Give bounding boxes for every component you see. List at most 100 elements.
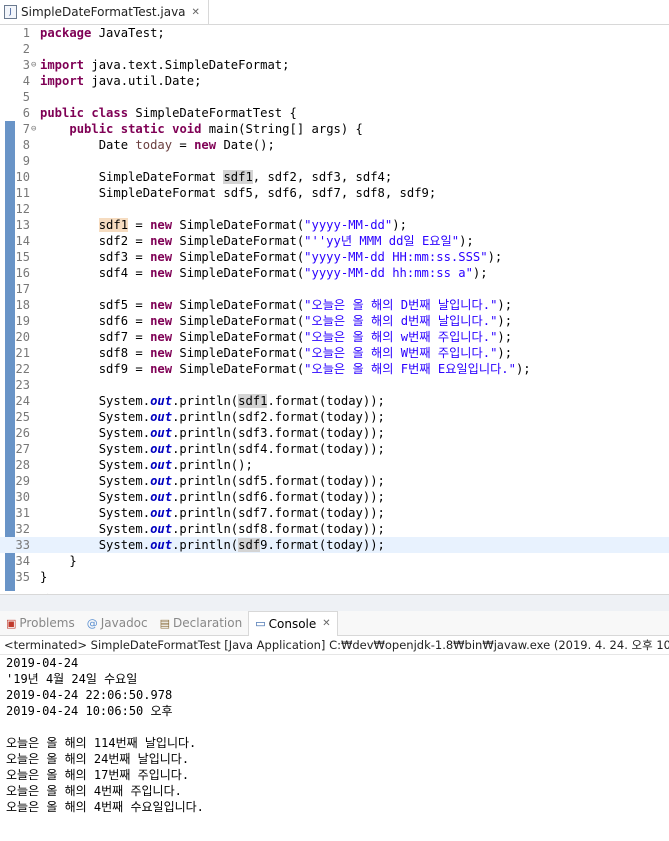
tab-problems[interactable]: ▣ Problems	[0, 611, 81, 635]
code-token: sdf5 =	[40, 298, 151, 312]
tab-problems-label: Problems	[19, 616, 75, 630]
code-token: java.text.SimpleDateFormat;	[84, 58, 290, 72]
code-line[interactable]: 29 System.out.println(sdf5.format(today)…	[0, 473, 669, 489]
code-editor[interactable]: 1 package JavaTest; 2 3 ⊖ import java.text.Si…	[0, 25, 669, 603]
line-number: 7	[22, 122, 30, 136]
code-token: "오늘은 올 해의 W번째 주입니다."	[304, 346, 498, 360]
code-token: .println();	[172, 458, 253, 472]
line-number: 14	[15, 234, 30, 248]
code-token: .println(sdf6.format(today));	[172, 490, 385, 504]
code-text: SimpleDateFormat sdf1, sdf2, sdf3, sdf4;	[40, 169, 392, 185]
code-token: sdf1	[98, 218, 129, 232]
fold-toggle-icon[interactable]: ⊖	[31, 121, 39, 137]
code-line[interactable]: 4 import java.util.Date;	[0, 73, 669, 89]
code-line[interactable]: 24 System.out.println(sdf1.format(today)…	[0, 393, 669, 409]
code-line[interactable]: 33 System.out.println(sdf9.format(today)…	[0, 537, 669, 553]
code-token: =	[172, 138, 195, 152]
code-token: }	[40, 554, 77, 568]
code-token: sdf3 =	[40, 250, 151, 264]
code-line[interactable]: 27 System.out.println(sdf4.format(today)…	[0, 441, 669, 457]
code-text: System.out.println(sdf1.format(today));	[40, 393, 385, 409]
code-line[interactable]: 25 System.out.println(sdf2.format(today)…	[0, 409, 669, 425]
console-line: 2019-04-24 22:06:50.978	[6, 688, 173, 702]
code-area[interactable]: 1 package JavaTest; 2 3 ⊖ import java.text.Si…	[0, 25, 669, 585]
code-token: SimpleDateFormat(	[172, 314, 305, 328]
fold-toggle-icon[interactable]: ⊖	[31, 57, 39, 73]
code-line[interactable]: 8 Date today = new Date();	[0, 137, 669, 153]
console-output[interactable]: 2019-04-24 '19년 4월 24일 수요일 2019-04-24 22:0…	[0, 655, 669, 815]
code-line[interactable]: 13 sdf1 = new SimpleDateFormat("yyyy-MM-…	[0, 217, 669, 233]
code-line[interactable]: 3 ⊖ import java.text.SimpleDateFormat;	[0, 57, 669, 73]
code-line[interactable]: 6 public class SimpleDateFormatTest {	[0, 105, 669, 121]
code-line[interactable]: 12	[0, 201, 669, 217]
line-number: 11	[15, 186, 30, 200]
code-line[interactable]: 21 sdf8 = new SimpleDateFormat("오늘은 올 해의…	[0, 345, 669, 361]
code-token: .format(today));	[267, 394, 385, 408]
tab-declaration[interactable]: ▤ Declaration	[154, 611, 249, 635]
line-number: 24	[15, 394, 30, 408]
code-line[interactable]: 9	[0, 153, 669, 169]
line-number: 10	[15, 170, 30, 184]
code-line[interactable]: 23	[0, 377, 669, 393]
code-line[interactable]: 7 ⊖ public static void main(String[] args…	[0, 121, 669, 137]
code-line[interactable]: 18 sdf5 = new SimpleDateFormat("오늘은 올 해의…	[0, 297, 669, 313]
line-number: 12	[15, 202, 30, 216]
code-token: sdf1	[223, 170, 253, 184]
code-token: new	[194, 138, 217, 152]
code-token: "yyyy-MM-dd HH:mm:ss.SSS"	[304, 250, 488, 264]
code-token: public	[69, 122, 114, 136]
code-line[interactable]: 31 System.out.println(sdf7.format(today)…	[0, 505, 669, 521]
code-token: new	[150, 234, 173, 248]
code-line[interactable]: 2	[0, 41, 669, 57]
code-token: System.	[40, 474, 151, 488]
code-token: import	[40, 58, 85, 72]
code-line[interactable]: 14 sdf2 = new SimpleDateFormat("''yy년 MM…	[0, 233, 669, 249]
code-line[interactable]: 26 System.out.println(sdf3.format(today)…	[0, 425, 669, 441]
code-token: SimpleDateFormatTest {	[128, 106, 297, 120]
code-text: import java.util.Date;	[40, 73, 201, 89]
console-line: 2019-04-24	[6, 656, 79, 670]
code-line[interactable]: 1 package JavaTest;	[0, 25, 669, 41]
code-token: import	[40, 74, 85, 88]
code-token: SimpleDateFormat	[40, 170, 224, 184]
console-close-icon[interactable]: ✕	[322, 618, 330, 629]
code-line[interactable]: 34 }	[0, 553, 669, 569]
code-text: import java.text.SimpleDateFormat;	[40, 57, 289, 73]
code-line[interactable]: 28 System.out.println();	[0, 457, 669, 473]
code-text: }	[40, 569, 47, 585]
code-text: sdf1 = new SimpleDateFormat("yyyy-MM-dd"…	[40, 217, 407, 233]
code-line[interactable]: 11 SimpleDateFormat sdf5, sdf6, sdf7, sd…	[0, 185, 669, 201]
code-line[interactable]: 10 SimpleDateFormat sdf1, sdf2, sdf3, sd…	[0, 169, 669, 185]
code-line[interactable]: 20 sdf7 = new SimpleDateFormat("오늘은 올 해의…	[0, 329, 669, 345]
code-line[interactable]: 35}	[0, 569, 669, 585]
code-token: today	[135, 138, 173, 152]
code-token: System.	[40, 458, 151, 472]
tab-console[interactable]: ▭ Console ✕	[248, 610, 338, 636]
code-line[interactable]: 22 sdf9 = new SimpleDateFormat("오늘은 올 해의…	[0, 361, 669, 377]
close-icon[interactable]: ✕	[192, 7, 200, 18]
code-line[interactable]: 17	[0, 281, 669, 297]
code-token: }	[40, 570, 48, 584]
javadoc-icon: @	[86, 616, 98, 630]
pane-divider[interactable]	[0, 594, 669, 612]
line-number: 16	[15, 266, 30, 280]
code-line[interactable]: 16 sdf4 = new SimpleDateFormat("yyyy-MM-…	[0, 265, 669, 281]
code-token: );	[497, 298, 513, 312]
code-line[interactable]: 15 sdf3 = new SimpleDateFormat("yyyy-MM-…	[0, 249, 669, 265]
view-tabbar: ▣ Problems @ Javadoc ▤ Declaration ▭ Con…	[0, 610, 669, 636]
code-text: sdf6 = new SimpleDateFormat("오늘은 올 해의 d번…	[40, 313, 512, 329]
code-line[interactable]: 32 System.out.println(sdf8.format(today)…	[0, 521, 669, 537]
code-token: out	[150, 538, 173, 552]
tab-javadoc[interactable]: @ Javadoc	[81, 611, 154, 635]
code-token: System.	[40, 506, 151, 520]
code-token: );	[497, 346, 513, 360]
code-line[interactable]: 19 sdf6 = new SimpleDateFormat("오늘은 올 해의…	[0, 313, 669, 329]
code-token: .println(	[172, 538, 239, 552]
editor-tab-file[interactable]: J SimpleDateFormatTest.java ✕	[0, 0, 209, 24]
line-number: 25	[15, 410, 30, 424]
code-line[interactable]: 30 System.out.println(sdf6.format(today)…	[0, 489, 669, 505]
code-token: .println(sdf3.format(today));	[172, 426, 385, 440]
code-line[interactable]: 5	[0, 89, 669, 105]
